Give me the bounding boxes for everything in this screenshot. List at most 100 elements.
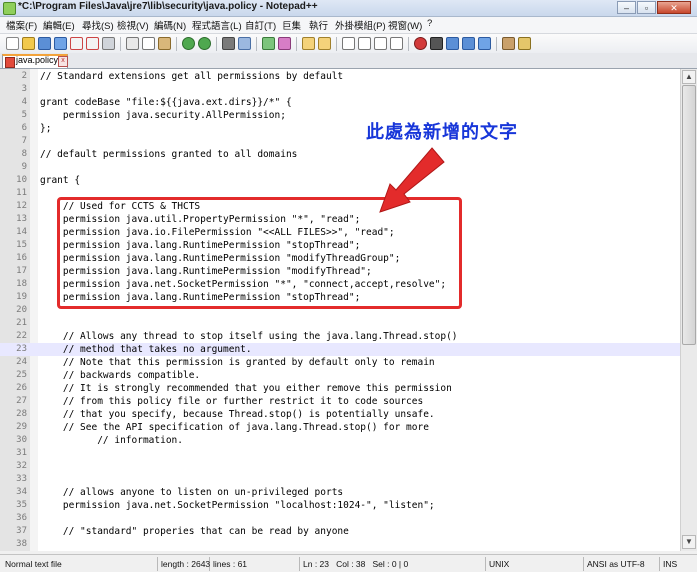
stop-macro-icon[interactable]	[430, 37, 443, 50]
open-file-icon[interactable]	[22, 37, 35, 50]
code-line[interactable]: 30 // information.	[0, 434, 680, 447]
zoom-in-icon[interactable]	[262, 37, 275, 50]
find-icon[interactable]	[222, 37, 235, 50]
word-wrap-icon[interactable]	[342, 37, 355, 50]
code-line[interactable]: 9	[0, 161, 680, 174]
code-line[interactable]: 25 // backwards compatible.	[0, 369, 680, 382]
menu-view[interactable]: 檢視(V)	[117, 18, 149, 32]
code-line[interactable]: 38	[0, 538, 680, 551]
record-macro-icon[interactable]	[414, 37, 427, 50]
menu-search[interactable]: 尋找(S)	[82, 18, 114, 32]
line-number: 23	[16, 344, 27, 354]
code-line[interactable]: 4 grant codeBase "file:${{java.ext.dirs}}…	[0, 96, 680, 109]
code-line[interactable]: 29 // See the API specification of java.…	[0, 421, 680, 434]
undo-icon[interactable]	[182, 37, 195, 50]
code-text: // allows anyone to listen on un-privile…	[40, 487, 344, 498]
code-text: permission java.security.AllPermission;	[40, 110, 286, 121]
line-number: 36	[16, 513, 27, 523]
menu-language[interactable]: 程式語言(L)	[192, 18, 242, 32]
window-title: *C:\Program Files\Java\jre7\lib\security…	[18, 1, 318, 12]
zoom-out-icon[interactable]	[278, 37, 291, 50]
menu-file[interactable]: 檔案(F)	[6, 18, 37, 32]
close-button[interactable]: ✕	[657, 1, 691, 14]
code-line[interactable]: 10 grant {	[0, 174, 680, 187]
save-all-icon[interactable]	[54, 37, 67, 50]
code-line[interactable]: 8 // default permissions granted to all d…	[0, 148, 680, 161]
line-number: 15	[16, 240, 27, 250]
code-line[interactable]: 21	[0, 317, 680, 330]
print-icon[interactable]	[102, 37, 115, 50]
status-insert-mode: INS	[663, 559, 678, 569]
status-file-type: Normal text file	[2, 557, 158, 571]
title-bar[interactable]: *C:\Program Files\Java\jre7\lib\security…	[0, 0, 697, 17]
code-line[interactable]: 22 // Allows any thread to stop itself u…	[0, 330, 680, 343]
sync-vertical-icon[interactable]	[302, 37, 315, 50]
show-all-chars-icon[interactable]	[358, 37, 371, 50]
toolbar-separator	[256, 37, 257, 51]
vertical-scrollbar[interactable]: ▲ ▼	[680, 69, 697, 551]
play-macro-icon[interactable]	[446, 37, 459, 50]
menu-run[interactable]: 執行	[309, 18, 328, 32]
line-number: 38	[16, 539, 27, 549]
menu-settings[interactable]: 自訂(T)	[245, 18, 276, 32]
code-line[interactable]: 3	[0, 83, 680, 96]
minimize-button[interactable]: –	[617, 1, 636, 14]
code-line[interactable]: 28 // that you specify, because Thread.s…	[0, 408, 680, 421]
close-file-icon[interactable]	[70, 37, 83, 50]
editor-area[interactable]: 2 // Standard extensions get all permissi…	[0, 69, 680, 551]
run-macro-multiple-icon[interactable]	[462, 37, 475, 50]
code-line[interactable]: 26 // It is strongly recommended that yo…	[0, 382, 680, 395]
menu-help[interactable]: ?	[427, 18, 432, 29]
code-line[interactable]: 2 // Standard extensions get all permissi…	[0, 70, 680, 83]
status-lines: lines : 61	[210, 557, 300, 571]
menu-macro[interactable]: 巨集	[282, 18, 301, 32]
toolbar-separator	[296, 37, 297, 51]
spellcheck-icon[interactable]	[518, 37, 531, 50]
copy-icon[interactable]	[142, 37, 155, 50]
line-number: 19	[16, 292, 27, 302]
scroll-down-arrow-icon[interactable]: ▼	[682, 535, 696, 549]
redo-icon[interactable]	[198, 37, 211, 50]
menu-encoding[interactable]: 編碼(N)	[154, 18, 186, 32]
code-line[interactable]: 24 // Note that this permission is grant…	[0, 356, 680, 369]
code-line[interactable]: 35 permission java.net.SocketPermission …	[0, 499, 680, 512]
sync-horizontal-icon[interactable]	[318, 37, 331, 50]
new-file-icon[interactable]	[6, 37, 19, 50]
code-line[interactable]: 33	[0, 473, 680, 486]
menu-window[interactable]: 視窗(W)	[388, 18, 422, 32]
toolbar-separator	[336, 37, 337, 51]
code-line[interactable]: 31	[0, 447, 680, 460]
scroll-thumb[interactable]	[682, 85, 696, 345]
code-line[interactable]: 5 permission java.security.AllPermission…	[0, 109, 680, 122]
paste-icon[interactable]	[158, 37, 171, 50]
cut-icon[interactable]	[126, 37, 139, 50]
close-all-icon[interactable]	[86, 37, 99, 50]
restore-button[interactable]: ▫	[637, 1, 656, 14]
code-line[interactable]: 37 // "standard" properies that can be r…	[0, 525, 680, 538]
replace-icon[interactable]	[238, 37, 251, 50]
code-line[interactable]: 7	[0, 135, 680, 148]
tab-java-policy[interactable]: java.policy x	[2, 54, 68, 68]
menu-edit[interactable]: 編輯(E)	[43, 18, 75, 32]
code-line[interactable]: 36	[0, 512, 680, 525]
line-number: 22	[16, 331, 27, 341]
plugin-icon[interactable]	[502, 37, 515, 50]
code-line[interactable]: 34 // allows anyone to listen on un-priv…	[0, 486, 680, 499]
save-macro-icon[interactable]	[478, 37, 491, 50]
language-icon[interactable]	[390, 37, 403, 50]
line-number: 21	[16, 318, 27, 328]
toolbar-separator	[408, 37, 409, 51]
code-line[interactable]: 6};	[0, 122, 680, 135]
code-line[interactable]: 23 // method that takes no argument.	[0, 343, 680, 356]
tab-close-icon[interactable]: x	[58, 56, 68, 67]
save-icon[interactable]	[38, 37, 51, 50]
line-number: 35	[16, 500, 27, 510]
tab-bar: java.policy x	[0, 53, 697, 69]
scroll-up-arrow-icon[interactable]: ▲	[682, 70, 696, 84]
code-line[interactable]: 32	[0, 460, 680, 473]
indent-guide-icon[interactable]	[374, 37, 387, 50]
line-number: 28	[16, 409, 27, 419]
code-line[interactable]: 27 // from this policy file or further r…	[0, 395, 680, 408]
status-length: length : 2643	[158, 557, 210, 571]
menu-plugins[interactable]: 外掛模組(P)	[335, 18, 386, 32]
